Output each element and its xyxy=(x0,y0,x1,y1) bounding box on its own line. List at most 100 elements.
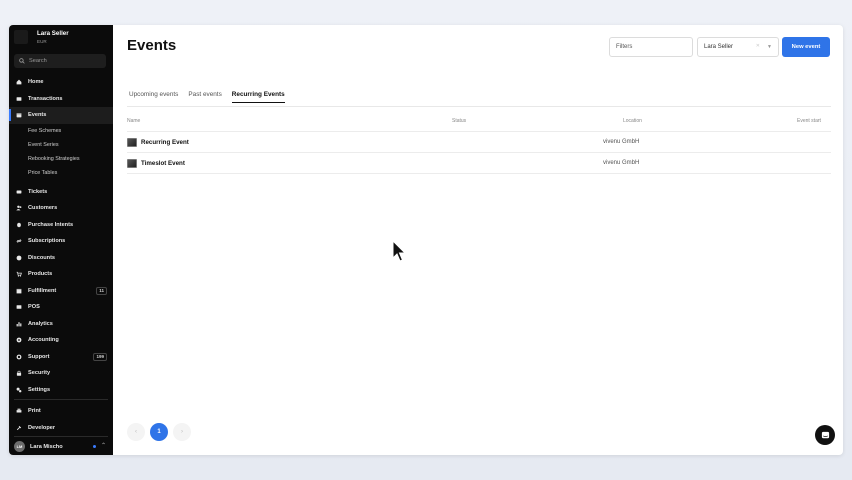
notification-dot xyxy=(93,445,96,448)
sidebar-item-label: Subscriptions xyxy=(28,238,66,245)
sidebar-item-tickets[interactable]: Tickets xyxy=(9,184,113,201)
page-button-current[interactable]: 1 xyxy=(150,423,168,441)
column-header-name[interactable]: Name xyxy=(127,118,140,124)
sidebar-item-settings[interactable]: Settings xyxy=(9,382,113,399)
sidebar-item-label: POS xyxy=(28,304,40,311)
column-header-status[interactable]: Status xyxy=(452,118,466,124)
event-name: Timeslot Event xyxy=(141,160,185,167)
column-header-location[interactable]: Location xyxy=(623,118,642,124)
chevron-down-icon: ▼ xyxy=(767,44,772,50)
sidebar-item-label: Accounting xyxy=(28,337,59,344)
user-name: Lara Mischo xyxy=(30,443,63,450)
sidebar-item-pos[interactable]: POS xyxy=(9,299,113,316)
tab-recurring-events[interactable]: Recurring Events xyxy=(231,91,285,103)
fulfillment-count-badge: 11 xyxy=(96,286,107,295)
sidebar-item-label: Print xyxy=(28,408,41,415)
sidebar-item-transactions[interactable]: Transactions xyxy=(9,91,113,108)
seller-select-value: Lara Seller xyxy=(704,44,734,50)
table-row[interactable]: Timeslot Event vivenu GmbH xyxy=(127,153,831,174)
seller-select[interactable]: Lara Seller ✕ ▼ xyxy=(697,37,779,57)
sidebar-item-label: Tickets xyxy=(28,188,48,195)
sidebar-item-accounting[interactable]: Accounting xyxy=(9,332,113,349)
sidebar-item-print[interactable]: Print xyxy=(9,403,113,420)
sidebar-item-label: Transactions xyxy=(28,95,63,102)
tab-upcoming-events[interactable]: Upcoming events xyxy=(129,91,178,103)
sidebar-item-developer[interactable]: Developer xyxy=(9,420,113,437)
tabs-divider xyxy=(127,106,831,107)
event-tabs: Upcoming events Past events Recurring Ev… xyxy=(129,91,295,103)
products-icon xyxy=(16,272,22,277)
sidebar: Lara Seller EUR Home Transactions Events… xyxy=(9,25,113,455)
previous-page-button[interactable]: ‹ xyxy=(127,423,145,441)
event-name-cell[interactable]: Recurring Event xyxy=(127,138,189,147)
subscriptions-icon xyxy=(16,239,22,244)
sidebar-item-label: Discounts xyxy=(28,254,56,261)
support-count-badge: 199 xyxy=(93,352,107,361)
sidebar-item-fulfillment[interactable]: Fulfillment 11 xyxy=(9,283,113,300)
sidebar-item-label: Settings xyxy=(28,386,51,393)
developer-icon xyxy=(16,425,22,430)
sidebar-item-home[interactable]: Home xyxy=(9,74,113,91)
sidebar-divider xyxy=(14,436,108,437)
sidebar-item-products[interactable]: Products xyxy=(9,266,113,283)
chat-launcher-button[interactable] xyxy=(815,425,835,445)
new-event-button[interactable]: New event xyxy=(782,37,830,57)
print-icon xyxy=(16,408,22,413)
sidebar-search[interactable] xyxy=(14,54,106,68)
page-title: Events xyxy=(127,37,177,54)
table-row[interactable]: Recurring Event vivenu GmbH xyxy=(127,132,831,153)
pos-icon xyxy=(16,305,22,310)
sidebar-subitem-event-series[interactable]: Event Series xyxy=(9,138,113,152)
account-currency: EUR xyxy=(37,39,47,44)
avatar: LM xyxy=(14,441,25,452)
sidebar-subitem-rebooking-strategies[interactable]: Rebooking Strategies xyxy=(9,152,113,166)
column-header-event-start[interactable]: Event start xyxy=(797,118,821,124)
account-name: Lara Seller xyxy=(37,30,69,37)
sidebar-item-label: Security xyxy=(28,370,51,377)
sidebar-item-label: Home xyxy=(28,79,44,86)
tab-past-events[interactable]: Past events xyxy=(188,91,221,103)
clear-icon[interactable]: ✕ xyxy=(756,43,760,49)
event-thumbnail xyxy=(127,159,137,168)
sidebar-item-label: Support xyxy=(28,353,50,360)
next-page-button[interactable]: › xyxy=(173,423,191,441)
fulfillment-icon xyxy=(16,288,22,294)
sidebar-item-label: Products xyxy=(28,271,53,278)
transactions-icon xyxy=(16,96,22,101)
sidebar-item-label: Customers xyxy=(28,205,58,212)
home-icon xyxy=(16,79,22,85)
main-content: Events Filters Lara Seller ✕ ▼ New event… xyxy=(113,25,843,455)
sidebar-item-customers[interactable]: Customers xyxy=(9,200,113,217)
event-name-cell[interactable]: Timeslot Event xyxy=(127,159,185,168)
app-window: Lara Seller EUR Home Transactions Events… xyxy=(9,25,843,455)
event-name: Recurring Event xyxy=(141,139,189,146)
sidebar-item-discounts[interactable]: Discounts xyxy=(9,250,113,267)
pagination: ‹ 1 › xyxy=(127,423,196,441)
search-input[interactable] xyxy=(29,58,99,64)
settings-icon xyxy=(16,387,22,393)
account-switcher[interactable]: Lara Seller EUR xyxy=(14,30,69,45)
event-location: vivenu GmbH xyxy=(603,139,640,145)
filters-input[interactable]: Filters xyxy=(609,37,693,57)
ticket-icon xyxy=(16,190,22,194)
sidebar-item-subscriptions[interactable]: Subscriptions xyxy=(9,233,113,250)
user-menu[interactable]: LM Lara Mischo ⌃ xyxy=(9,438,113,455)
sidebar-item-label: Fulfillment xyxy=(28,287,57,294)
sidebar-item-events[interactable]: Events xyxy=(9,107,113,124)
event-thumbnail xyxy=(127,138,137,147)
account-logo xyxy=(14,30,28,44)
sidebar-item-purchase-intents[interactable]: Purchase Intents xyxy=(9,217,113,234)
sidebar-item-security[interactable]: Security xyxy=(9,365,113,382)
search-icon xyxy=(19,58,25,64)
sidebar-subitem-price-tables[interactable]: Price Tables xyxy=(9,166,113,180)
discount-icon xyxy=(16,255,22,261)
mouse-cursor-icon xyxy=(392,240,406,262)
sidebar-item-label: Analytics xyxy=(28,320,53,327)
sidebar-subitem-fee-schemes[interactable]: Fee Schemes xyxy=(9,124,113,138)
sidebar-item-support[interactable]: Support 199 xyxy=(9,349,113,366)
sidebar-item-analytics[interactable]: Analytics xyxy=(9,316,113,333)
sidebar-item-label: Purchase Intents xyxy=(28,221,74,228)
accounting-icon xyxy=(16,337,22,343)
sidebar-nav: Home Transactions Events Fee Schemes Eve… xyxy=(9,74,113,398)
sidebar-item-label: Events xyxy=(28,112,47,119)
